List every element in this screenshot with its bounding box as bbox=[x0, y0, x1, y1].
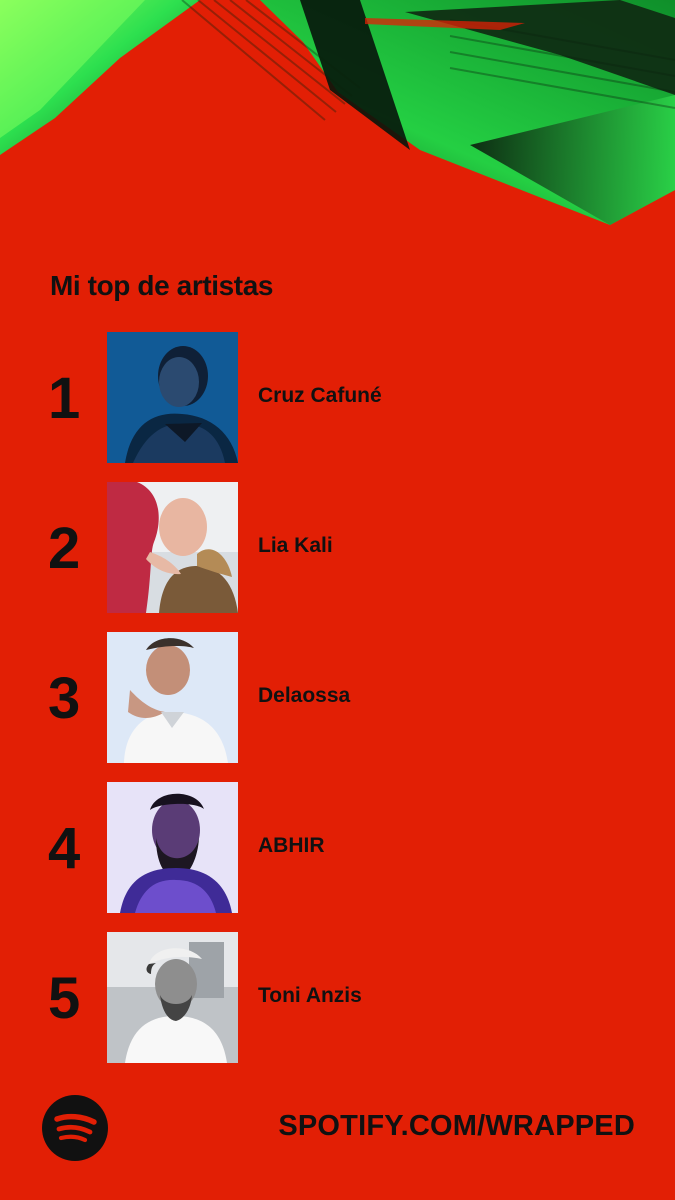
spotify-logo-icon bbox=[42, 1095, 108, 1161]
page-title: Mi top de artistas bbox=[50, 270, 274, 301]
green-abstract-shape-icon bbox=[0, 0, 675, 230]
artist-row-1: 1 Cruz Cafuné bbox=[0, 332, 675, 482]
footer: SPOTIFY.COM/WRAPPED bbox=[0, 1090, 675, 1200]
artist-name: Cruz Cafuné bbox=[258, 384, 382, 407]
artist-portrait-light-icon bbox=[107, 482, 238, 613]
top-artists-list: 1 Cruz Cafuné 2 Lia Kali 3 Delaossa 4 AB… bbox=[0, 332, 675, 1082]
artist-portrait-monochrome-icon bbox=[107, 932, 238, 1063]
artist-rank: 4 bbox=[48, 816, 81, 881]
footer-url: SPOTIFY.COM/WRAPPED bbox=[278, 1110, 635, 1142]
artist-row-4: 4 ABHIR bbox=[0, 782, 675, 932]
artist-rank: 2 bbox=[48, 516, 81, 581]
decorative-header-graphic bbox=[0, 0, 675, 230]
artist-row-5: 5 Toni Anzis bbox=[0, 932, 675, 1082]
artist-rank: 3 bbox=[48, 666, 81, 731]
artist-portrait-purple-icon bbox=[107, 782, 238, 913]
wrapped-share-card: Mi top de artistas 1 Cruz Cafuné 2 Lia K… bbox=[0, 0, 675, 1200]
artist-name: ABHIR bbox=[258, 834, 325, 857]
artist-row-2: 2 Lia Kali bbox=[0, 482, 675, 632]
artist-rank: 5 bbox=[48, 966, 81, 1031]
artist-portrait-white-shirt-icon bbox=[107, 632, 238, 763]
artist-row-3: 3 Delaossa bbox=[0, 632, 675, 782]
artist-rank: 1 bbox=[48, 366, 81, 431]
artist-portrait-blue-icon bbox=[107, 332, 238, 463]
artist-name: Lia Kali bbox=[258, 534, 333, 557]
artist-name: Toni Anzis bbox=[258, 984, 362, 1007]
artist-name: Delaossa bbox=[258, 684, 351, 707]
